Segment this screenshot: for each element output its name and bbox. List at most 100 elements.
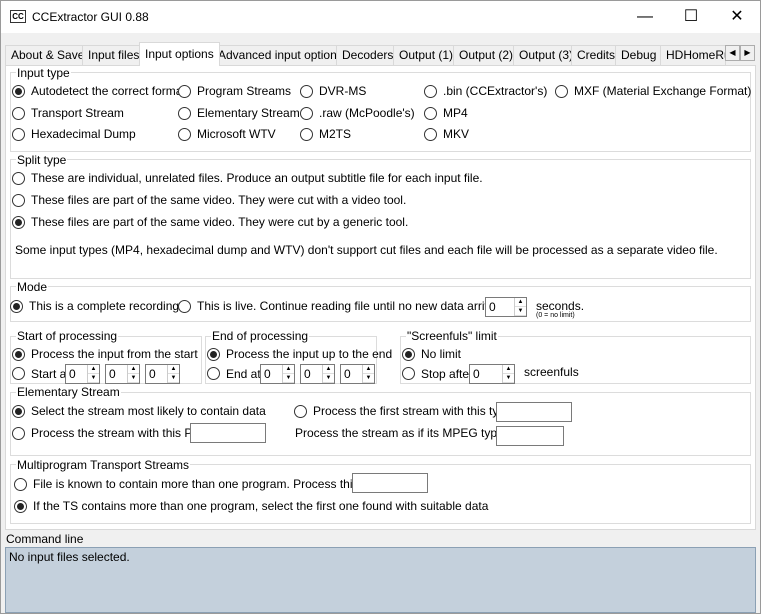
label-seconds: seconds. (536, 299, 585, 313)
radio-bin[interactable] (424, 85, 437, 98)
label-bin: .bin (CCExtractor's) (443, 84, 548, 98)
end-hours-value: 0 (264, 367, 271, 381)
mpeg-type-input[interactable] (496, 426, 564, 446)
label-first-stream-type: Process the first stream with this type (313, 404, 512, 418)
tab-hdhomerun[interactable]: HDHomeRu (660, 45, 726, 65)
end-seconds-value: 0 (344, 367, 351, 381)
command-line-output[interactable]: No input files selected. (5, 547, 756, 613)
label-start-from-start: Process the input from the start (31, 347, 198, 361)
end-hours-stepper[interactable]: 0 ▲ ▼ (260, 364, 295, 384)
split-type-note: Some input types (MP4, hexadecimal dump … (15, 243, 718, 257)
tab-output-1[interactable]: Output (1) (393, 45, 460, 65)
screenfuls-value: 0 (473, 367, 480, 381)
live-seconds-value: 0 (489, 300, 496, 314)
screenfuls-stepper[interactable]: 0 ▲ ▼ (469, 364, 515, 384)
label-start-at: Start at (31, 367, 70, 381)
app-icon: CC (10, 10, 26, 23)
start-hours-stepper[interactable]: 0 ▲ ▼ (65, 364, 100, 384)
live-seconds-stepper[interactable]: 0 ▲ ▼ (485, 297, 527, 317)
tab-output-3[interactable]: Output (3) (513, 45, 580, 65)
radio-hexadecimal-dump[interactable] (12, 128, 25, 141)
radio-raw[interactable] (300, 107, 313, 120)
tab-output-2[interactable]: Output (2) (453, 45, 520, 65)
tab-advanced-input-options[interactable]: Advanced input options (212, 45, 349, 65)
mode-legend: Mode (16, 280, 49, 294)
tab-scroll-right-button[interactable]: ▶ (740, 45, 755, 61)
radio-m2ts[interactable] (300, 128, 313, 141)
radio-mp4[interactable] (424, 107, 437, 120)
close-button[interactable]: ✕ (714, 1, 760, 33)
radio-stop-after[interactable] (402, 367, 415, 380)
label-m2ts: M2TS (319, 127, 352, 141)
app-window: CC CCExtractor GUI 0.88 — ☐ ✕ About & Sa… (0, 0, 761, 614)
label-stop-after: Stop after (421, 367, 474, 381)
radio-program-known[interactable] (14, 478, 27, 491)
radio-mkv[interactable] (424, 128, 437, 141)
radio-split-generic-tool[interactable] (12, 216, 25, 229)
end-seconds-stepper[interactable]: 0 ▲ ▼ (340, 364, 375, 384)
tab-scroll-left-button[interactable]: ◀ (725, 45, 740, 61)
radio-split-video-tool[interactable] (12, 194, 25, 207)
radio-first-stream-type[interactable] (294, 405, 307, 418)
tab-input-files[interactable]: Input files (82, 45, 146, 65)
program-number-input[interactable] (352, 473, 428, 493)
radio-program-first-found[interactable] (14, 500, 27, 513)
radio-stream-pid[interactable] (12, 427, 25, 440)
label-split-video-tool: These files are part of the same video. … (31, 193, 407, 207)
radio-mxf[interactable] (555, 85, 568, 98)
elementary-stream-group (10, 392, 751, 456)
input-type-legend: Input type (16, 66, 71, 80)
stepper-arrows[interactable]: ▲ ▼ (87, 365, 99, 383)
label-mode-live: This is live. Continue reading file unti… (197, 299, 521, 313)
label-mxf: MXF (Material Exchange Format) (574, 84, 752, 98)
stepper-arrows[interactable]: ▲ ▼ (502, 365, 514, 383)
radio-autodetect[interactable] (12, 85, 25, 98)
end-minutes-stepper[interactable]: 0 ▲ ▼ (300, 364, 335, 384)
tab-about-save[interactable]: About & Save (5, 45, 91, 65)
multiprogram-legend: Multiprogram Transport Streams (16, 458, 191, 472)
radio-stream-likely[interactable] (12, 405, 25, 418)
start-processing-legend: Start of processing (16, 329, 119, 343)
radio-dvr-ms[interactable] (300, 85, 313, 98)
stepper-arrows[interactable]: ▲ ▼ (282, 365, 294, 383)
command-line-label: Command line (6, 532, 84, 546)
radio-end-at[interactable] (207, 367, 220, 380)
stepper-arrows[interactable]: ▲ ▼ (514, 298, 526, 316)
radio-transport-stream[interactable] (12, 107, 25, 120)
radio-mode-live[interactable] (178, 300, 191, 313)
radio-wtv[interactable] (178, 128, 191, 141)
radio-program-streams[interactable] (178, 85, 191, 98)
radio-no-limit[interactable] (402, 348, 415, 361)
label-autodetect: Autodetect the correct format (31, 84, 186, 98)
label-hexadecimal-dump: Hexadecimal Dump (31, 127, 136, 141)
radio-start-from-start[interactable] (12, 348, 25, 361)
maximize-button[interactable]: ☐ (668, 1, 714, 33)
start-seconds-stepper[interactable]: 0 ▲ ▼ (145, 364, 180, 384)
stepper-arrows[interactable]: ▲ ▼ (127, 365, 139, 383)
label-program-known: File is known to contain more than one p… (33, 477, 386, 491)
command-line-text: No input files selected. (9, 550, 130, 564)
tab-decoders[interactable]: Decoders (336, 45, 400, 65)
radio-end-up-to-end[interactable] (207, 348, 220, 361)
stepper-arrows[interactable]: ▲ ▼ (322, 365, 334, 383)
minimize-button[interactable]: — (622, 1, 668, 33)
label-split-generic-tool: These files are part of the same video. … (31, 215, 409, 229)
tab-input-options[interactable]: Input options (139, 42, 220, 66)
stepper-arrows[interactable]: ▲ ▼ (167, 365, 179, 383)
label-transport-stream: Transport Stream (31, 106, 124, 120)
label-wtv: Microsoft WTV (197, 127, 276, 141)
stream-type-input[interactable] (496, 402, 572, 422)
stream-pid-input[interactable] (190, 423, 266, 443)
tab-credits[interactable]: Credits (571, 45, 622, 65)
radio-split-individual[interactable] (12, 172, 25, 185)
stepper-arrows[interactable]: ▲ ▼ (362, 365, 374, 383)
elementary-stream-legend: Elementary Stream (16, 385, 121, 399)
radio-start-at[interactable] (12, 367, 25, 380)
radio-elementary-stream[interactable] (178, 107, 191, 120)
label-end-up-to-end: Process the input up to the end (226, 347, 393, 361)
start-minutes-stepper[interactable]: 0 ▲ ▼ (105, 364, 140, 384)
tab-debug[interactable]: Debug (615, 45, 663, 65)
radio-mode-complete[interactable] (10, 300, 23, 313)
label-screenfuls-unit: screenfuls (524, 365, 579, 379)
seconds-hint: (0 = no limit) (536, 312, 575, 319)
